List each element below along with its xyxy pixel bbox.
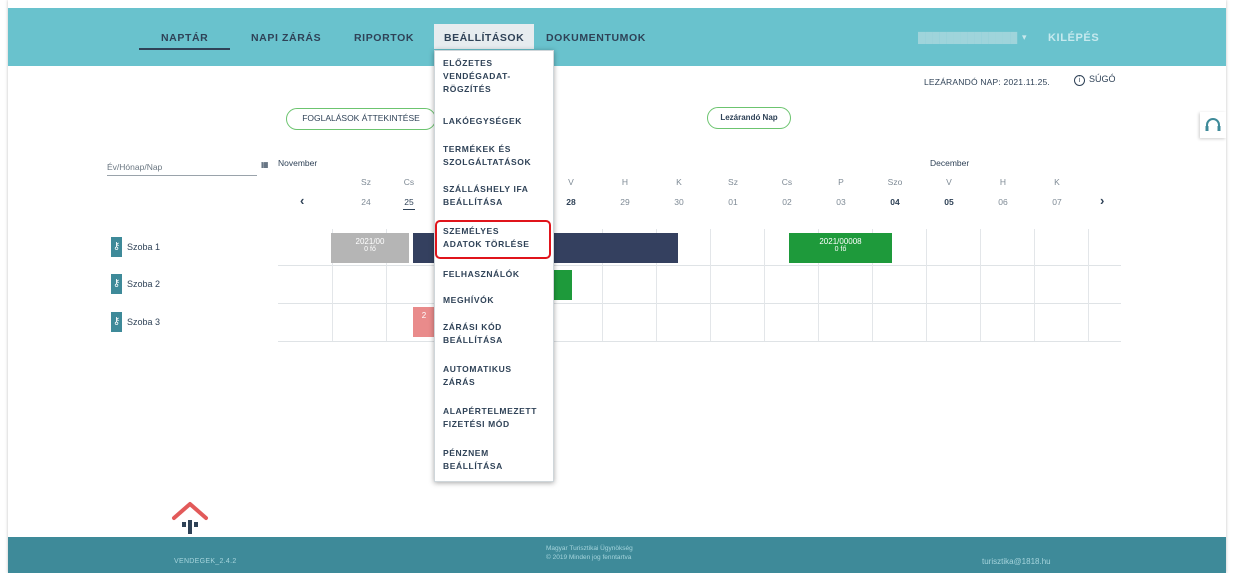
grid-row-divider — [278, 265, 1121, 266]
room-row-label[interactable]: ⚷ Szoba 3 — [111, 312, 160, 332]
menu-item-lakoegysegek[interactable]: LAKÓEGYSÉGEK — [443, 115, 522, 128]
footer: VENDEGEK_2.4.2 Magyar Turisztikai Ügynök… — [8, 537, 1226, 573]
grid-row-divider — [278, 341, 1121, 342]
footer-center-text: Magyar Turisztikai Ügynökség © 2019 Mind… — [546, 544, 686, 562]
house-icon — [172, 502, 208, 534]
grid-col-divider — [710, 229, 711, 341]
day-number[interactable]: 02 — [775, 197, 799, 207]
booking-block[interactable]: 2021/00008 0 fő — [789, 233, 892, 263]
booking-id: 2021/00 — [355, 237, 385, 246]
day-number-today[interactable]: 25 — [397, 197, 421, 210]
footer-copyright: © 2019 Minden jog fenntartva — [546, 554, 632, 561]
lezarando-nap-button[interactable]: Lezárandó Nap — [707, 107, 791, 129]
day-name: Cs — [403, 177, 415, 187]
top-navigation: NAPTÁR NAPI ZÁRÁS RIPORTOK BEÁLLÍTÁSOK D… — [8, 8, 1226, 66]
day-number[interactable]: 06 — [991, 197, 1015, 207]
day-number[interactable]: 01 — [721, 197, 745, 207]
booking-guests: 0 fő — [364, 246, 376, 253]
version-label: VENDEGEK_2.4.2 — [174, 558, 237, 565]
user-menu-chevron-icon[interactable]: ▾ — [1022, 32, 1027, 43]
booking-id: 2021/00008 — [819, 237, 862, 246]
app-window: NAPTÁR NAPI ZÁRÁS RIPORTOK BEÁLLÍTÁSOK D… — [8, 0, 1226, 573]
room-row-label[interactable]: ⚷ Szoba 2 — [111, 274, 160, 294]
day-name: H — [999, 177, 1007, 187]
grid-col-divider — [980, 229, 981, 341]
day-name: Sz — [728, 177, 738, 187]
menu-item-felhasznalok[interactable]: FELHASZNÁLÓK — [443, 268, 520, 281]
logout-link[interactable]: KILÉPÉS — [1048, 32, 1099, 44]
booking-guests: 0 fő — [834, 246, 847, 253]
menu-item-meghivok[interactable]: MEGHÍVÓK — [443, 294, 494, 307]
grid-col-divider — [926, 229, 927, 341]
menu-item-zarasi-kod-beallitasa[interactable]: ZÁRÁSI KÓD BEÁLLÍTÁSA — [443, 321, 503, 347]
nav-beallitasok[interactable]: BEÁLLÍTÁSOK — [434, 24, 534, 49]
help-link[interactable]: i SÚGÓ — [1074, 74, 1116, 86]
footer-org: Magyar Turisztikai Ügynökség — [546, 545, 633, 552]
nav-beallitasok-label: BEÁLLÍTÁSOK — [444, 32, 525, 44]
prev-arrow-icon[interactable]: ‹ — [300, 193, 304, 208]
headset-icon — [1205, 118, 1221, 131]
key-icon: ⚷ — [111, 312, 122, 332]
grid-col-divider — [1088, 229, 1089, 341]
house-logo — [170, 498, 210, 534]
nav-napi-zaras[interactable]: NAPI ZÁRÁS — [251, 32, 321, 44]
month-label-december: December — [930, 158, 970, 168]
help-label: SÚGÓ — [1089, 74, 1116, 84]
day-name: Sz — [361, 177, 371, 187]
room-name: Szoba 2 — [127, 279, 161, 289]
day-number[interactable]: 04 — [883, 197, 907, 207]
day-number[interactable]: 29 — [613, 197, 637, 207]
menu-item-alapertelmezett-fizetesi-mod[interactable]: ALAPÉRTELMEZETT FIZETÉSI MÓD — [443, 405, 537, 431]
support-headset-button[interactable] — [1200, 112, 1226, 138]
highlight-box — [435, 220, 551, 259]
day-name: K — [676, 177, 682, 187]
month-label-november: November — [278, 158, 318, 168]
menu-item-automatikus-zaras[interactable]: AUTOMATIKUS ZÁRÁS — [443, 363, 512, 389]
lezarando-nap-info: LEZÁRANDÓ NAP: 2021.11.25. — [924, 77, 1050, 87]
nav-dokumentumok[interactable]: DOKUMENTUMOK — [546, 32, 646, 44]
key-icon: ⚷ — [111, 237, 122, 257]
foglalasok-attekintese-button[interactable]: FOGLALÁSOK ÁTTEKINTÉSE — [286, 108, 436, 130]
nav-naptar[interactable]: NAPTÁR — [138, 32, 231, 50]
next-arrow-icon[interactable]: › — [1100, 193, 1104, 208]
calendar-icon[interactable]: ▦ — [261, 160, 269, 169]
day-number[interactable]: 03 — [829, 197, 853, 207]
booking-id: 2 — [421, 311, 427, 320]
day-name: H — [621, 177, 629, 187]
day-number[interactable]: 28 — [559, 197, 583, 207]
day-name: Szo — [887, 177, 903, 187]
day-number[interactable]: 30 — [667, 197, 691, 207]
day-name: Cs — [781, 177, 793, 187]
day-number[interactable]: 24 — [354, 197, 378, 207]
day-number[interactable]: 05 — [937, 197, 961, 207]
date-input-placeholder: Év/Hónap/Nap — [107, 162, 163, 172]
room-name: Szoba 1 — [127, 242, 161, 252]
grid-col-divider — [1034, 229, 1035, 341]
grid-col-divider — [764, 229, 765, 341]
menu-item-termekek-es-szolgaltatasok[interactable]: TERMÉKEK ÉS SZOLGÁLTATÁSOK — [443, 143, 531, 169]
booking-block[interactable]: 2 — [413, 307, 435, 337]
key-icon: ⚷ — [111, 274, 122, 294]
day-name: V — [946, 177, 952, 187]
day-name: P — [838, 177, 844, 187]
grid-row-divider — [278, 303, 1121, 304]
nav-riportok[interactable]: RIPORTOK — [354, 32, 414, 44]
day-name: K — [1054, 177, 1060, 187]
room-row-label[interactable]: ⚷ Szoba 1 — [111, 237, 160, 257]
room-name: Szoba 3 — [127, 317, 161, 327]
beallitasok-dropdown-menu: ELŐZETES VENDÉGADAT- RÖGZÍTÉS LAKÓEGYSÉG… — [434, 50, 554, 482]
day-number[interactable]: 07 — [1045, 197, 1069, 207]
footer-email-link[interactable]: turisztika@1818.hu — [982, 557, 1051, 566]
date-input[interactable]: Év/Hónap/Nap — [107, 158, 257, 176]
menu-item-penznem-beallitasa[interactable]: PÉNZNEM BEÁLLÍTÁSA — [443, 447, 503, 473]
booking-block[interactable]: 2021/00 0 fő — [331, 233, 409, 263]
day-name: V — [568, 177, 574, 187]
user-name-blurred[interactable]: ██████████████ — [918, 33, 1017, 44]
menu-item-elozetes-vendegadat-rogzites[interactable]: ELŐZETES VENDÉGADAT- RÖGZÍTÉS — [443, 57, 511, 96]
info-circle-icon: i — [1074, 75, 1085, 86]
menu-item-szallashely-ifa-beallitasa[interactable]: SZÁLLÁSHELY IFA BEÁLLÍTÁSA — [443, 183, 529, 209]
